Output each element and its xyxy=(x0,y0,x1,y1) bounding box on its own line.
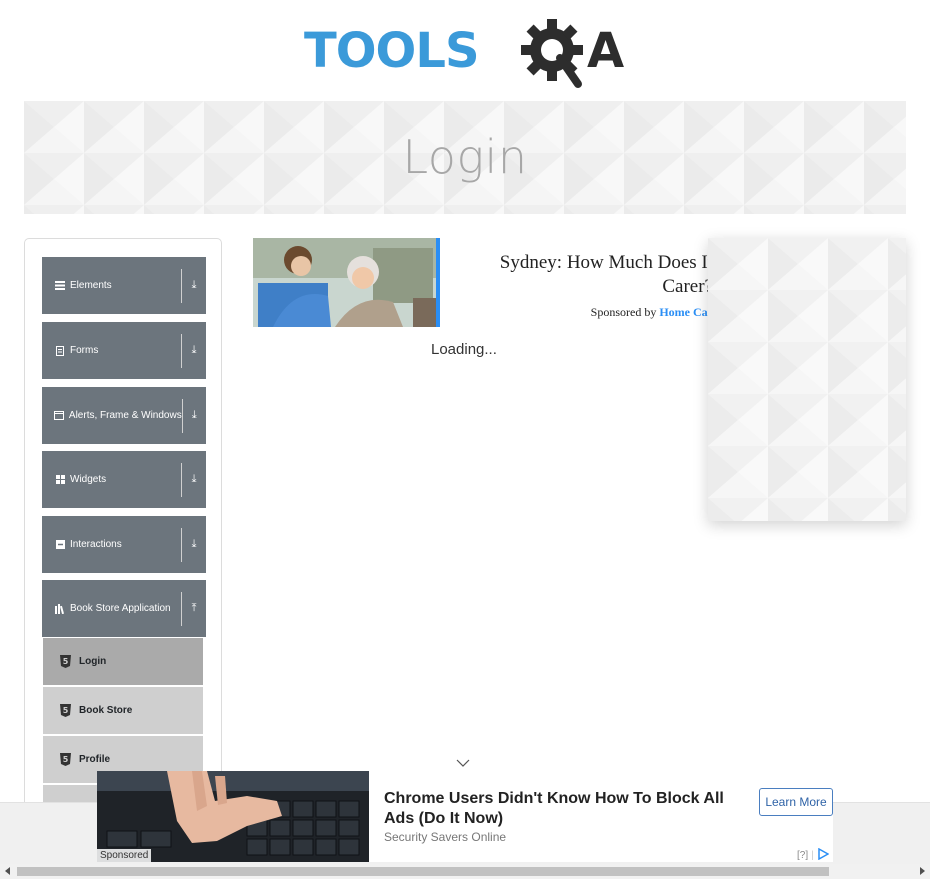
svg-text:5: 5 xyxy=(62,657,68,666)
scroll-right-arrow[interactable] xyxy=(920,867,925,875)
group-label: Interactions xyxy=(70,539,122,550)
document-icon xyxy=(50,345,70,356)
collapse-icon: ⤒ xyxy=(191,602,197,614)
books-icon xyxy=(50,603,70,614)
chevron-down-icon[interactable] xyxy=(456,755,470,767)
adchoices[interactable]: [?] | xyxy=(797,847,830,863)
group-alerts-frame-windows[interactable]: Alerts, Frame & Windows ⤓ xyxy=(42,387,206,444)
group-label: Elements xyxy=(70,280,112,291)
side-ad-box[interactable] xyxy=(708,238,906,521)
menu-item-label: Profile xyxy=(79,754,111,765)
group-label: Book Store Application xyxy=(70,603,171,614)
horizontal-scrollbar[interactable] xyxy=(0,864,930,879)
group-book-store-application[interactable]: Book Store Application ⤒ xyxy=(42,580,206,637)
expand-icon: ⤓ xyxy=(191,409,197,421)
side-ad-pattern xyxy=(708,238,906,521)
menu-item-book-store[interactable]: 5 Book Store xyxy=(43,687,203,735)
menu-item-label: Book Store xyxy=(79,705,133,716)
left-panel: Elements ⤓ Forms ⤓ Alerts, Frame & Windo… xyxy=(24,238,222,838)
hamburger-icon xyxy=(50,281,70,290)
group-interactions[interactable]: Interactions ⤓ xyxy=(42,516,206,573)
sponsored-photo xyxy=(253,238,436,327)
svg-text:5: 5 xyxy=(62,755,68,764)
adchoices-icon[interactable] xyxy=(817,847,830,863)
loading-text: Loading... xyxy=(431,341,497,358)
expand-icon: ⤓ xyxy=(191,344,197,356)
page-banner: Login xyxy=(24,101,906,214)
page: TOOLS A Login Elements ⤓ Forms ⤓ Alerts,… xyxy=(0,0,930,879)
scrollbar-thumb[interactable] xyxy=(17,867,829,876)
html5-icon: 5 xyxy=(57,753,73,766)
bottom-ad-source: Security Savers Online xyxy=(384,830,507,844)
page-title: Login xyxy=(402,130,528,184)
logo-text-tools: TOOLS xyxy=(304,23,479,79)
html5-icon: 5 xyxy=(57,655,73,668)
adchoices-help[interactable]: [?] xyxy=(797,850,808,861)
gear-icon xyxy=(521,19,583,88)
grid-icon xyxy=(50,475,70,484)
menu-item-login[interactable]: 5 Login xyxy=(43,638,203,686)
svg-text:5: 5 xyxy=(62,706,68,715)
group-label: Forms xyxy=(70,345,99,356)
sponsor-brand-link[interactable]: Home Car xyxy=(659,305,713,319)
toolsqa-logo[interactable]: TOOLS A xyxy=(304,14,634,92)
learn-more-button[interactable]: Learn More xyxy=(759,788,833,816)
bottom-ad-image: Sponsored xyxy=(97,771,369,862)
group-elements[interactable]: Elements ⤓ xyxy=(42,257,206,314)
expand-icon: ⤓ xyxy=(191,538,197,550)
group-label: Alerts, Frame & Windows xyxy=(68,410,182,421)
group-forms[interactable]: Forms ⤓ xyxy=(42,322,206,379)
window-icon xyxy=(50,411,69,420)
sponsored-headline[interactable]: Sydney: How Much Does It Carer? xyxy=(455,251,713,299)
logo-text-a: A xyxy=(587,23,624,79)
interaction-icon xyxy=(50,540,70,549)
scroll-left-arrow[interactable] xyxy=(5,867,10,875)
html5-icon: 5 xyxy=(57,704,73,717)
sponsored-by-label: Sponsored by xyxy=(590,305,657,319)
bottom-ad-headline[interactable]: Chrome Users Didn't Know How To Block Al… xyxy=(384,789,744,829)
expand-icon: ⤓ xyxy=(191,473,197,485)
bottom-ad[interactable]: Sponsored Chrome Users Didn't Know How T… xyxy=(97,771,833,862)
sponsored-tag: Sponsored xyxy=(97,849,152,862)
menu-item-label: Login xyxy=(79,656,107,667)
group-label: Widgets xyxy=(70,474,107,485)
sponsored-by: Sponsored by Home Car xyxy=(455,305,713,320)
expand-icon: ⤓ xyxy=(191,279,197,291)
group-widgets[interactable]: Widgets ⤓ xyxy=(42,451,206,508)
sponsored-image[interactable] xyxy=(253,238,440,327)
